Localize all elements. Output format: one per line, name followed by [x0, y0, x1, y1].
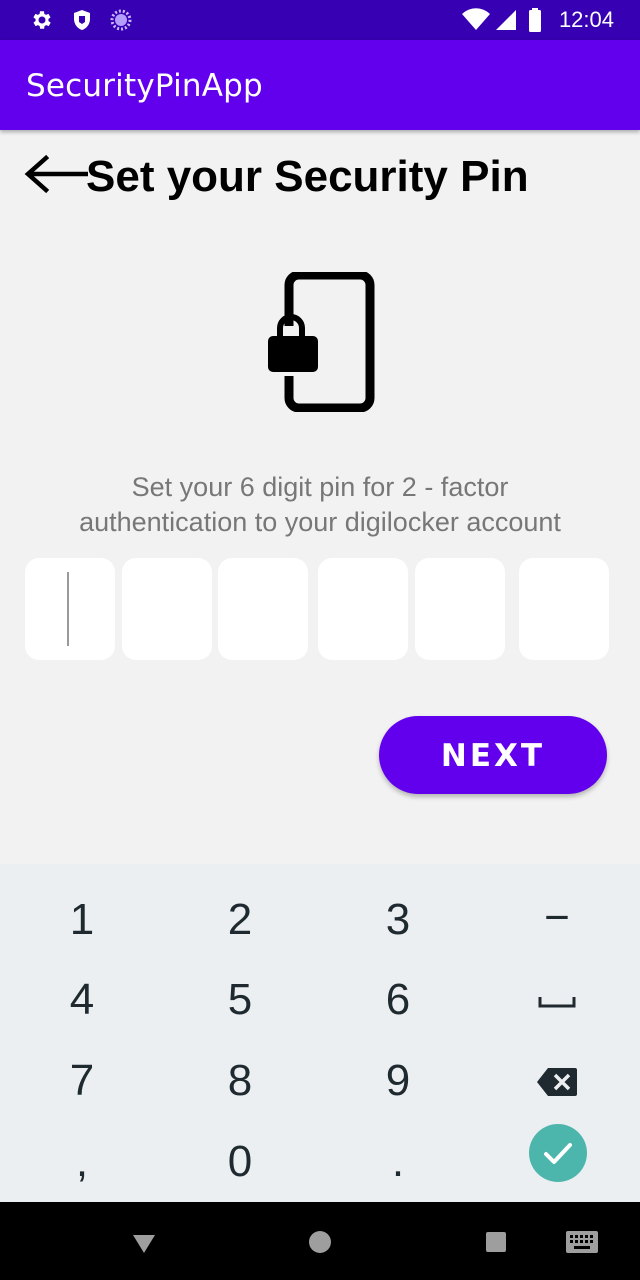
- phone-lock-icon: [268, 272, 375, 412]
- key-1[interactable]: 1: [22, 880, 142, 960]
- key-7[interactable]: 7: [22, 1041, 142, 1121]
- key-0[interactable]: 0: [180, 1122, 300, 1202]
- key-minus[interactable]: −: [497, 878, 617, 958]
- key-9[interactable]: 9: [338, 1041, 458, 1121]
- key-2[interactable]: 2: [180, 880, 300, 960]
- text-cursor: [67, 572, 69, 646]
- keyboard-icon[interactable]: [565, 1226, 599, 1258]
- pin-digit-1[interactable]: [25, 558, 115, 660]
- key-space[interactable]: [497, 960, 617, 1040]
- page-title: Set your Security Pin: [86, 152, 529, 201]
- sync-spinner-icon: [110, 9, 132, 31]
- next-button[interactable]: NEXT: [379, 716, 607, 794]
- key-3[interactable]: 3: [338, 880, 458, 960]
- key-5[interactable]: 5: [180, 960, 300, 1040]
- app-bar: SecurityPinApp: [0, 40, 640, 130]
- key-6[interactable]: 6: [338, 960, 458, 1040]
- settings-gear-icon: [33, 11, 51, 29]
- arrow-back-icon: [24, 154, 89, 194]
- checkmark-icon: [544, 1143, 572, 1164]
- shield-icon: [74, 10, 90, 30]
- backspace-icon: [537, 1068, 577, 1097]
- pin-digit-4[interactable]: [318, 558, 408, 660]
- pin-digit-5[interactable]: [415, 558, 505, 660]
- key-8[interactable]: 8: [180, 1041, 300, 1121]
- key-period[interactable]: .: [338, 1122, 458, 1202]
- home-circle-icon[interactable]: [304, 1226, 336, 1258]
- navigation-bar: [0, 1202, 640, 1280]
- pin-digit-3[interactable]: [218, 558, 308, 660]
- back-triangle-icon[interactable]: [128, 1226, 160, 1258]
- key-4[interactable]: 4: [22, 960, 142, 1040]
- app-title: SecurityPinApp: [26, 68, 263, 104]
- key-done[interactable]: [529, 1124, 587, 1182]
- battery-icon: [529, 8, 541, 32]
- space-bar-icon: [538, 997, 576, 1008]
- status-clock: 12:04: [558, 7, 614, 32]
- cell-signal-icon: [496, 10, 516, 30]
- instruction-line-2: authentication to your digilocker accoun…: [79, 507, 561, 537]
- recents-square-icon[interactable]: [480, 1226, 512, 1258]
- numeric-keypad: 1 2 3 − 4 5 6 7 8 9 , 0 .: [0, 864, 640, 1202]
- pin-digit-6[interactable]: [519, 558, 609, 660]
- back-button[interactable]: [22, 150, 89, 200]
- pin-digit-2[interactable]: [122, 558, 212, 660]
- instruction-text: Set your 6 digit pin for 2 - factor auth…: [20, 470, 620, 540]
- instruction-line-1: Set your 6 digit pin for 2 - factor: [131, 472, 509, 502]
- key-comma[interactable]: ,: [22, 1122, 142, 1202]
- status-bar: 12:04: [0, 0, 640, 40]
- key-backspace[interactable]: [497, 1040, 617, 1120]
- screen: 12:04 SecurityPinApp Set your Security P…: [0, 0, 640, 1280]
- wifi-icon: [462, 8, 490, 31]
